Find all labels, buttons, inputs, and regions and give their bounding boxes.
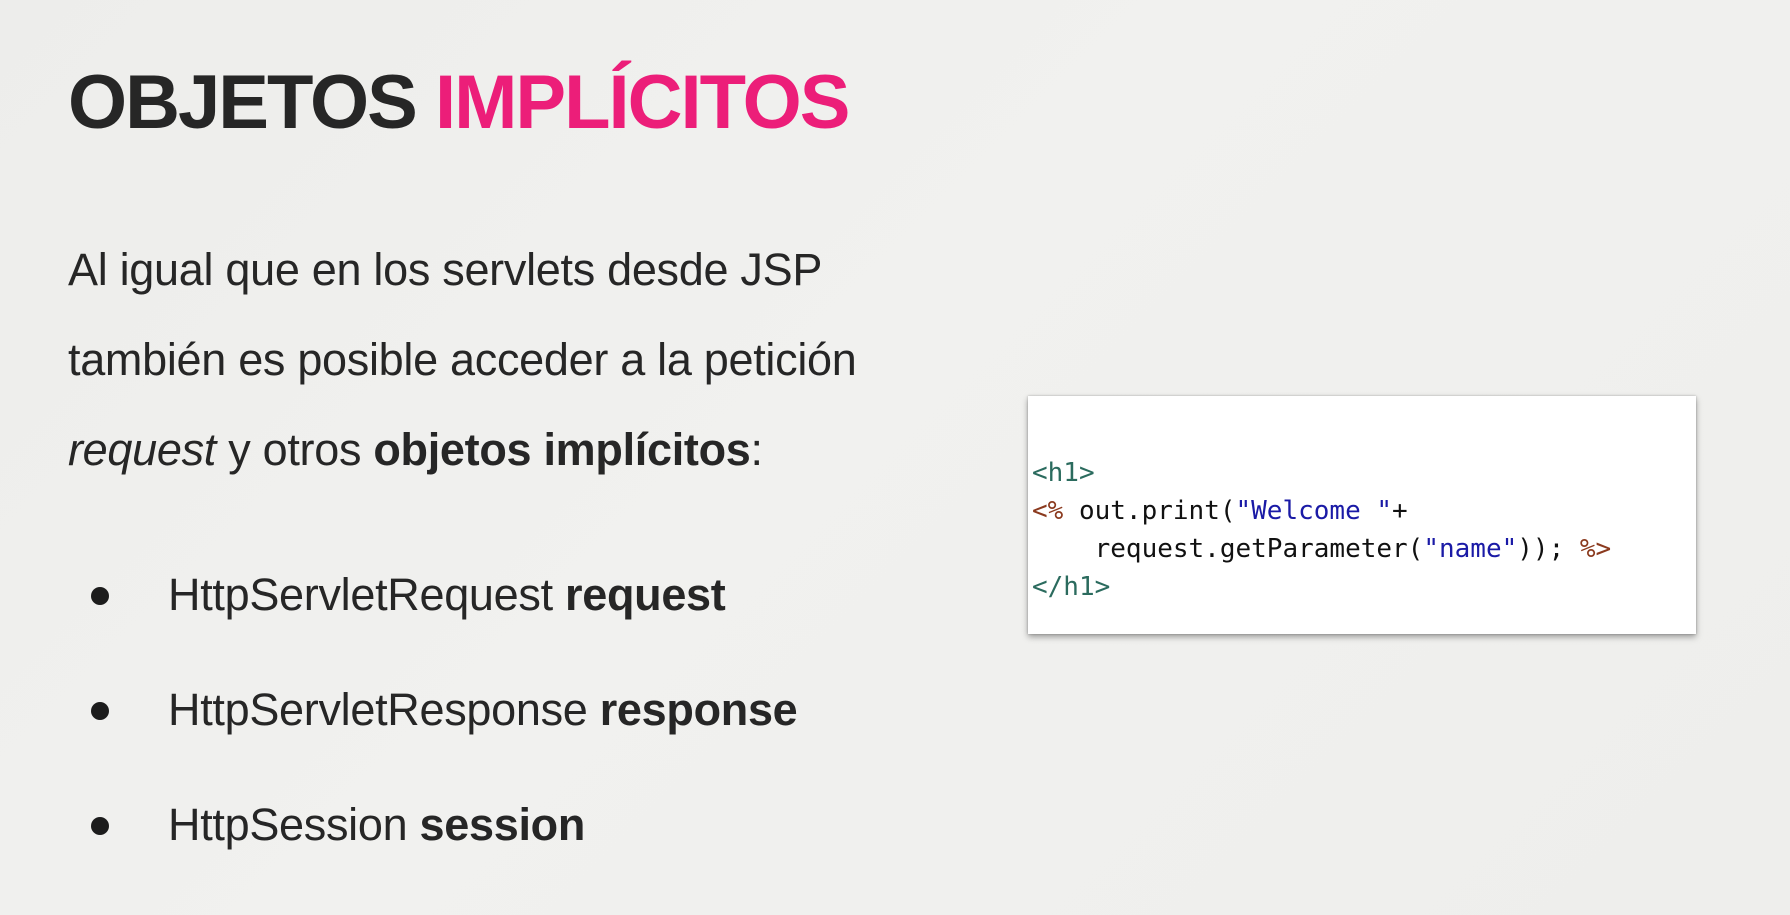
- bullet-dot-icon: [91, 587, 109, 605]
- intro-line-1: Al igual que en los servlets desde JSP: [68, 244, 823, 295]
- intro-line-2: también es posible acceder a la petición: [68, 334, 857, 385]
- intro-mid-text: y otros: [216, 424, 374, 475]
- code-scriptlet-open: <%: [1032, 496, 1064, 526]
- object-name: session: [419, 799, 586, 850]
- code-snippet: <h1> <% out.print("Welcome "+ request.ge…: [1032, 454, 1611, 606]
- code-h1-open-tag: <h1>: [1032, 458, 1095, 488]
- code-scriptlet-close: %>: [1564, 534, 1612, 564]
- list-item-text: HttpSession session: [168, 775, 585, 875]
- bullet-dot-icon: [91, 817, 109, 835]
- code-h1-close-tag: </h1>: [1032, 572, 1111, 602]
- object-type: HttpServletResponse: [168, 684, 588, 735]
- bullet-dot-icon: [91, 702, 109, 720]
- code-snippet-box: <h1> <% out.print("Welcome "+ request.ge…: [1028, 396, 1696, 634]
- code-print-call: out.print(: [1063, 496, 1236, 526]
- object-type: HttpSession: [168, 799, 408, 850]
- code-plus: +: [1392, 496, 1408, 526]
- list-item-text: HttpServletResponse response: [168, 660, 798, 760]
- slide: OBJETOS IMPLÍCITOS Al igual que en los s…: [0, 0, 1790, 915]
- code-welcome-string: "Welcome ": [1235, 496, 1393, 526]
- intro-end-punct: :: [750, 424, 764, 475]
- object-name: request: [565, 569, 726, 620]
- list-item-text: HttpServletRequest request: [168, 545, 726, 645]
- code-name-string: "name": [1423, 534, 1518, 564]
- slide-title: OBJETOS IMPLÍCITOS: [68, 58, 851, 148]
- title-dark-part: OBJETOS: [68, 60, 418, 145]
- title-accent-part: IMPLÍCITOS: [434, 60, 851, 145]
- intro-bold-phrase: objetos implícitos: [373, 424, 751, 475]
- object-name: response: [599, 684, 798, 735]
- intro-paragraph: Al igual que en los servlets desde JSP ta…: [68, 225, 968, 495]
- intro-italic-request: request: [68, 424, 216, 475]
- object-type: HttpServletRequest: [168, 569, 553, 620]
- code-get-parameter: request.getParameter(: [1032, 534, 1424, 564]
- code-close-parens: ));: [1517, 534, 1565, 564]
